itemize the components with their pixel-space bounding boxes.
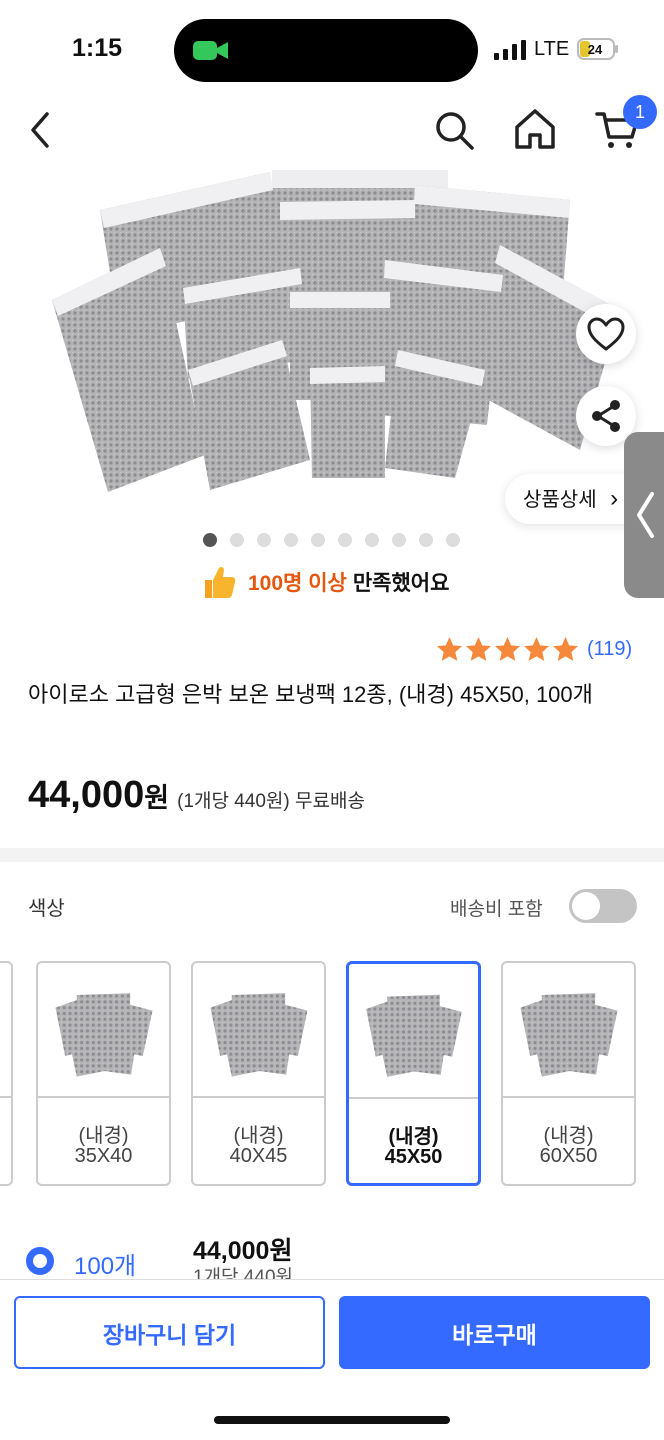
carousel-dot[interactable] xyxy=(446,533,460,547)
carousel-dot[interactable] xyxy=(311,533,325,547)
star-icon xyxy=(553,637,578,661)
chevron-right-icon: › xyxy=(610,485,619,512)
option-carousel[interactable]: (내경) 35X40 (내경) 40X45 (내경) 45X50 (내경) 60… xyxy=(0,960,664,1188)
shipping-included-toggle[interactable] xyxy=(569,889,637,923)
star-icon xyxy=(524,637,549,661)
product-title: 아이로소 고급형 은박 보온 보냉팩 12종, (내경) 45X50, 100개 xyxy=(28,682,593,707)
carousel-indicator xyxy=(203,533,460,547)
price-row: 44,000 원 (1개당 440원) 무료배송 xyxy=(28,774,365,817)
status-bar: 1:15 LTE 24 xyxy=(0,0,664,96)
quantity-label[interactable]: 100개 xyxy=(74,1246,136,1281)
option-size: 60X50 xyxy=(539,1145,598,1167)
star-icon xyxy=(466,637,491,661)
option-thumbnail xyxy=(193,993,324,1098)
option-card[interactable]: (내경) 40X45 xyxy=(191,961,326,1186)
option-size: 35X40 xyxy=(74,1145,133,1167)
option-size: 40X45 xyxy=(229,1145,288,1167)
bottom-action-bar: 장바구니 담기 바로구매 xyxy=(0,1279,664,1440)
option-section-label: 색상 xyxy=(28,898,65,920)
heart-icon xyxy=(587,317,625,351)
review-count[interactable]: (119) xyxy=(587,638,632,661)
cellular-signal-icon xyxy=(494,40,526,60)
option-card[interactable]: (내경) 35X40 xyxy=(36,961,171,1186)
quantity-radio[interactable] xyxy=(26,1247,54,1275)
satisfaction-banner: 100명 이상 만족했어요 xyxy=(202,562,449,602)
option-line1: (내경) xyxy=(78,1125,129,1147)
product-price: 44,000 xyxy=(28,774,145,816)
carousel-dot[interactable] xyxy=(419,533,433,547)
product-detail-label: 상품상세 xyxy=(523,489,597,511)
star-icon xyxy=(437,637,462,661)
foil-pouches-illustration xyxy=(52,170,620,492)
section-divider xyxy=(0,848,664,862)
network-type: LTE xyxy=(534,38,570,60)
product-image[interactable] xyxy=(0,160,664,520)
shipping-included-label: 배송비 포함 xyxy=(450,899,543,920)
buy-now-button[interactable]: 바로구매 xyxy=(339,1296,650,1369)
thumbs-up-icon xyxy=(205,566,236,598)
carousel-dot[interactable] xyxy=(257,533,271,547)
option-thumbnail xyxy=(349,994,478,1099)
satisfaction-text: 만족했어요 xyxy=(352,572,450,595)
facetime-video-icon xyxy=(193,41,228,60)
search-icon[interactable] xyxy=(432,108,476,152)
star-icon xyxy=(495,637,520,661)
star-rating xyxy=(436,636,579,663)
dynamic-island xyxy=(174,19,478,82)
quantity-unit-price: 1개당 440원 xyxy=(193,1267,293,1279)
status-time: 1:15 xyxy=(72,34,123,62)
option-line1: (내경) xyxy=(233,1125,284,1147)
quantity-price: 44,000원 xyxy=(193,1237,293,1265)
option-line1: (내경) xyxy=(543,1125,594,1147)
battery-level: 24 xyxy=(588,42,603,57)
option-line1: (내경) xyxy=(388,1126,439,1148)
price-currency: 원 xyxy=(144,783,170,813)
add-to-cart-button[interactable]: 장바구니 담기 xyxy=(14,1296,325,1369)
home-icon[interactable] xyxy=(512,106,558,152)
option-thumbnail xyxy=(503,993,634,1098)
carousel-dot[interactable] xyxy=(338,533,352,547)
back-icon[interactable] xyxy=(22,108,62,152)
wishlist-button[interactable] xyxy=(576,304,636,364)
carousel-dot[interactable] xyxy=(284,533,298,547)
battery-icon: 24 xyxy=(577,38,618,60)
cart-count-badge: 1 xyxy=(623,95,657,129)
side-panel-handle[interactable] xyxy=(624,432,664,598)
option-card-partial[interactable] xyxy=(0,961,13,1186)
chevron-left-icon xyxy=(637,492,654,538)
option-card-selected[interactable]: (내경) 45X50 xyxy=(346,961,481,1186)
option-thumbnail xyxy=(0,963,11,1098)
toggle-knob xyxy=(572,892,600,920)
carousel-dot[interactable] xyxy=(392,533,406,547)
home-indicator xyxy=(214,1416,450,1424)
option-thumbnail xyxy=(38,993,169,1098)
carousel-dot[interactable] xyxy=(365,533,379,547)
satisfaction-count: 100명 이상 xyxy=(248,572,347,595)
carousel-dot[interactable] xyxy=(230,533,244,547)
option-size: 45X50 xyxy=(384,1146,443,1168)
option-card[interactable]: (내경) 60X50 xyxy=(501,961,636,1186)
rating-summary[interactable]: (119) xyxy=(436,636,632,663)
carousel-dot[interactable] xyxy=(203,533,217,547)
unit-price-shipping: (1개당 440원) 무료배송 xyxy=(177,791,365,812)
